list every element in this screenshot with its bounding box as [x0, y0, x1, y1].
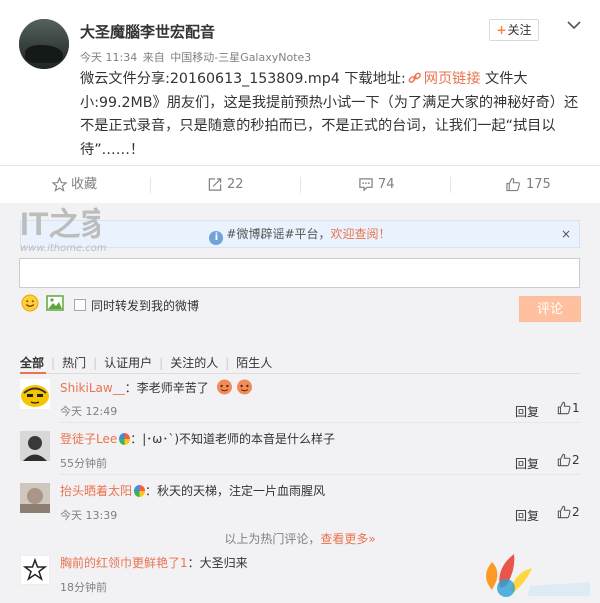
filter-divider: |: [93, 356, 98, 370]
comment-like-count: 2: [572, 505, 580, 519]
commenter-name[interactable]: ShikiLaw__: [60, 381, 125, 395]
comment-time: 今天 12:49: [60, 405, 118, 418]
comment-item: 抬头晒着太阳 ：秋天的天梯，注定一片血雨腥风 今天 13:39 回复 2: [20, 483, 580, 535]
post-content: 微云文件分享:20160613_153809.mp4 下载地址: 网页链接 文件大…: [80, 68, 580, 162]
comment-text: 登徒子Lee ：|･ω･`)不知道老师的本音是什么样子: [60, 431, 335, 447]
filter-hot[interactable]: 热门: [62, 356, 86, 370]
repost-icon: [208, 178, 222, 191]
picture-icon[interactable]: [46, 295, 64, 311]
comment-item: 登徒子Lee ：|･ω･`)不知道老师的本音是什么样子 55分钟前 回复 2: [20, 431, 580, 483]
author-avatar[interactable]: [19, 19, 69, 69]
ithome-url: www.ithome.com: [20, 243, 107, 254]
comment-time: 18分钟前: [60, 581, 107, 594]
comment-input[interactable]: [19, 258, 580, 288]
notice-tag[interactable]: #微博辟谣#平台，: [226, 227, 330, 241]
like-count: 175: [526, 177, 551, 192]
emoji-sticker-icon: [216, 379, 232, 395]
avatar-rock: [25, 45, 63, 63]
comment-text: ShikiLaw__：李老师辛苦了: [60, 379, 253, 396]
filter-strangers[interactable]: 陌生人: [236, 356, 272, 370]
filter-verified[interactable]: 认证用户: [104, 356, 152, 370]
favorite-label: 收藏: [71, 177, 98, 192]
ithome-logo: IT之家: [20, 206, 100, 242]
comment-like-count: 2: [572, 453, 580, 467]
submit-comment-button[interactable]: 评论: [519, 296, 581, 322]
filter-divider: |: [159, 356, 164, 370]
comment-body: ：秋天的天梯，注定一片血雨腥风: [145, 484, 326, 498]
filter-divider: |: [225, 356, 230, 370]
comment-time: 今天 13:39: [60, 509, 118, 522]
post-time[interactable]: 今天 11:34: [80, 51, 137, 64]
star-icon: [52, 177, 67, 192]
filter-all[interactable]: 全部: [20, 356, 44, 370]
action-divider: [450, 177, 451, 193]
like-icon: [506, 177, 520, 192]
badge-icon: [134, 485, 146, 497]
weibo-post: 大圣魔腦李世宏配音 +关注 今天 11:34 来自 中国移动-三星GalaxyN…: [0, 0, 600, 165]
filter-underline: [20, 372, 580, 374]
post-from: 来自: [142, 51, 165, 64]
reply-button[interactable]: 回复: [515, 455, 539, 472]
ithome-logo-text: IT之家: [20, 206, 100, 242]
comment-item: ShikiLaw__：李老师辛苦了 今天 12:49 回复 1: [20, 379, 580, 431]
commenter-avatar[interactable]: [20, 483, 50, 513]
commenter-name[interactable]: 抬头晒着太阳: [60, 484, 132, 498]
author-name[interactable]: 大圣魔腦李世宏配音: [80, 21, 215, 42]
repost-count: 22: [227, 177, 244, 192]
commenter-name[interactable]: 登徒子Lee: [60, 432, 117, 446]
filter-divider: |: [51, 356, 56, 370]
commenter-avatar[interactable]: [20, 555, 50, 585]
like-icon: [557, 453, 571, 467]
comment-icon: [359, 178, 373, 192]
comment-like-button[interactable]: 2: [557, 505, 580, 519]
comment-time: 55分钟前: [60, 457, 107, 470]
comment-like-button[interactable]: 2: [557, 453, 580, 467]
view-more-link[interactable]: 查看更多»: [320, 532, 375, 546]
link-icon: [408, 72, 421, 83]
reply-button[interactable]: 回复: [515, 403, 539, 420]
notice-link[interactable]: 欢迎查阅！: [331, 227, 391, 241]
follow-plus-icon: +: [496, 23, 507, 37]
info-icon: i: [209, 231, 224, 245]
comment-body: ：大圣归来: [187, 556, 248, 570]
comment-divider: [60, 474, 580, 475]
commenter-avatar[interactable]: [20, 431, 50, 461]
post-source[interactable]: 中国移动-三星GalaxyNote3: [170, 51, 311, 64]
comment-divider: [60, 422, 580, 423]
comment-text: 抬头晒着太阳 ：秋天的天梯，注定一片血雨腥风: [60, 483, 325, 499]
action-divider: [150, 177, 151, 193]
action-bar: 收藏 22 74 175: [0, 165, 600, 203]
also-repost-label: 同时转发到我的微博: [91, 299, 200, 313]
reply-button[interactable]: 回复: [515, 507, 539, 524]
post-meta: 今天 11:34 来自 中国移动-三星GalaxyNote3: [80, 49, 313, 65]
like-icon: [557, 505, 571, 519]
comment-like-count: 1: [572, 401, 580, 415]
checkbox-icon[interactable]: [74, 299, 86, 311]
follow-button[interactable]: +关注: [489, 19, 539, 41]
footer-text: 以上为热门评论，: [224, 532, 321, 546]
comment-body: ：李老师辛苦了: [124, 381, 209, 395]
chevron-down-icon[interactable]: [565, 16, 583, 34]
emoji-icon[interactable]: [21, 294, 39, 312]
web-link[interactable]: 网页链接: [424, 71, 481, 87]
follow-label: 关注: [507, 23, 532, 37]
emoji-sticker-icon: [236, 379, 252, 395]
commenter-name[interactable]: 胸前的红领巾更鲜艳了1: [60, 556, 188, 570]
site-watermark-logo: [486, 554, 590, 597]
comment-count: 74: [378, 177, 395, 192]
comment-like-button[interactable]: 1: [557, 401, 580, 415]
action-divider: [300, 177, 301, 193]
content-part-1: 微云文件分享:20160613_153809.mp4 下载地址:: [80, 71, 406, 87]
close-icon[interactable]: ×: [561, 221, 571, 247]
badge-icon: [119, 433, 131, 445]
filter-following[interactable]: 关注的人: [170, 356, 218, 370]
commenter-avatar[interactable]: [20, 379, 50, 409]
active-filter-marker: [20, 372, 46, 374]
comment-body: ：|･ω･`)不知道老师的本音是什么样子: [130, 432, 336, 446]
comment-filters: 全部 | 热门 | 认证用户 | 关注的人 | 陌生人: [20, 354, 272, 371]
comment-text: 胸前的红领巾更鲜艳了1：大圣归来: [60, 555, 248, 571]
like-icon: [557, 401, 571, 415]
